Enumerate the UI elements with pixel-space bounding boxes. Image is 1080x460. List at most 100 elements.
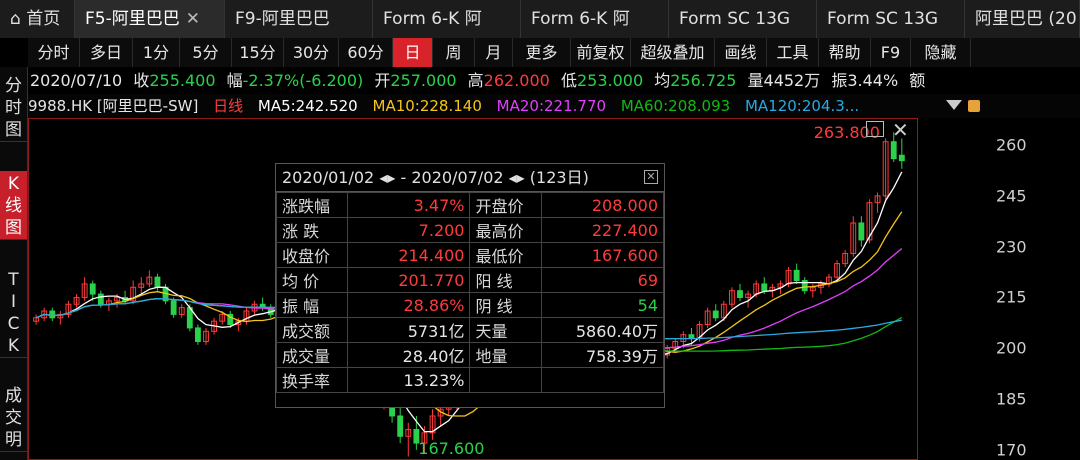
tab-3[interactable]: Form 6-K 阿 xyxy=(373,0,521,38)
open-value: 257.000 xyxy=(390,71,457,90)
stat-label: 天量 xyxy=(469,317,542,343)
stat-value: 208.000 xyxy=(540,192,665,218)
candle-body xyxy=(49,310,56,319)
chart-controls: ✕ xyxy=(866,118,916,142)
toolbar-btn-13[interactable]: 画线 xyxy=(715,38,767,67)
toolbar-btn-0[interactable]: 分时 xyxy=(28,38,80,67)
toolbar-btn-1[interactable]: 多日 xyxy=(80,38,133,67)
leftnav-label: 成 交 明 xyxy=(5,386,22,450)
stock-code: 9988.HK [阿里巴巴-SW] xyxy=(28,97,199,115)
stats-table: 涨跌幅 3.47% 开盘价 208.000 涨 跌 7.200 最高价 227.400 收盘价 2… xyxy=(275,192,665,393)
range-end-arrows-icon[interactable]: ◂▸ xyxy=(509,168,525,187)
tab-6[interactable]: Form SC 13G xyxy=(817,0,965,38)
toolbar-btn-2[interactable]: 1分 xyxy=(133,38,180,67)
toolbar-btn-3[interactable]: 5分 xyxy=(180,38,232,67)
toolbar-btn-16[interactable]: F9 xyxy=(871,38,911,67)
tab-7[interactable]: 阿里巴巴 (20 xyxy=(965,0,1080,38)
tab-label: Form SC 13G xyxy=(679,9,791,29)
tab-0[interactable]: ⌂ 首页 xyxy=(0,0,75,38)
stat-value: 28.86% xyxy=(347,292,471,318)
open-label: 开 xyxy=(374,71,391,90)
stat-label xyxy=(469,367,542,393)
y-tick-label: 260 xyxy=(996,135,1027,155)
leftnav-item-2[interactable]: T I C K xyxy=(0,267,27,358)
stat-label: 涨跌幅 xyxy=(275,192,349,218)
candle-body xyxy=(890,141,897,160)
stat-value: 54 xyxy=(540,292,665,318)
stat-label: 开盘价 xyxy=(469,192,542,218)
dropdown-triangle-icon[interactable] xyxy=(946,100,962,110)
close-value: 255.400 xyxy=(149,71,216,90)
toolbar-btn-6[interactable]: 60分 xyxy=(339,38,393,67)
stat-value: 214.400 xyxy=(347,242,471,268)
candle-body xyxy=(170,300,177,315)
ma10-legend: MA10:228.140 xyxy=(372,97,482,115)
candle-body xyxy=(397,415,404,437)
lock-icon[interactable] xyxy=(968,100,980,112)
stat-value: 3.47% xyxy=(347,192,471,218)
annotation-min: 167.600 xyxy=(418,439,484,458)
candle-body xyxy=(194,327,201,342)
toolbar-btn-8[interactable]: 周 xyxy=(433,38,475,67)
tab-2[interactable]: F9-阿里巴巴 xyxy=(225,0,373,38)
y-tick-label: 200 xyxy=(996,338,1027,358)
range-end: 2020/07/02 xyxy=(411,168,504,187)
avg-value: 256.725 xyxy=(670,71,737,90)
interval-stats-popup: 2020/01/02 ◂▸ - 2020/07/02 ◂▸ (123日) ✕ 涨… xyxy=(275,163,665,408)
stat-value: 69 xyxy=(540,267,665,293)
toolbar-btn-10[interactable]: 更多 xyxy=(513,38,571,67)
popup-close-icon[interactable]: ✕ xyxy=(644,170,658,184)
stat-label: 阳 线 xyxy=(469,267,542,293)
y-tick-label: 185 xyxy=(996,389,1027,409)
toolbar-btn-11[interactable]: 前复权 xyxy=(571,38,631,67)
tab-4[interactable]: Form 6-K 阿 xyxy=(521,0,669,38)
candle-body xyxy=(688,334,695,339)
stat-label: 成交量 xyxy=(275,342,349,368)
tab-bar: ⌂ 首页 F5-阿里巴巴 ✕ F9-阿里巴巴 Form 6-K 阿 Form 6-K 阿 F… xyxy=(0,0,1080,38)
toolbar-btn-14[interactable]: 工具 xyxy=(767,38,819,67)
stat-label: 阴 线 xyxy=(469,292,542,318)
close-icon[interactable]: ✕ xyxy=(892,118,909,142)
toolbar-btn-12[interactable]: 超级叠加 xyxy=(631,38,715,67)
low-value: 253.000 xyxy=(576,71,644,90)
high-label: 高 xyxy=(467,71,484,90)
stat-value: 167.600 xyxy=(540,242,665,268)
toolbar-btn-5[interactable]: 30分 xyxy=(284,38,339,67)
leftnav-item-3[interactable]: 成 交 明 xyxy=(0,383,27,452)
tab-5[interactable]: Form SC 13G xyxy=(669,0,817,38)
quote-date: 2020/07/10 xyxy=(30,71,123,90)
tab-close-icon[interactable]: ✕ xyxy=(186,9,200,29)
toolbar-btn-15[interactable]: 帮助 xyxy=(819,38,871,67)
tab-1[interactable]: F5-阿里巴巴 ✕ xyxy=(75,0,225,38)
ma20-legend: MA20:221.770 xyxy=(496,97,607,115)
stat-label: 振 幅 xyxy=(275,292,349,318)
toolbar-btn-4[interactable]: 15分 xyxy=(232,38,284,67)
stat-label: 成交额 xyxy=(275,317,349,343)
stat-label: 最高价 xyxy=(469,217,542,243)
range-start-arrows-icon[interactable]: ◂▸ xyxy=(379,168,395,187)
high-value: 262.000 xyxy=(483,71,550,90)
stats-row: 收盘价 214.400 最低价 167.600 xyxy=(275,242,665,268)
y-tick-label: 230 xyxy=(996,237,1027,257)
tab-label: Form 6-K 阿 xyxy=(531,9,630,29)
window-icon[interactable] xyxy=(866,121,884,137)
leftnav-item-1[interactable]: K 线 图 xyxy=(0,171,27,240)
stat-value: 758.39万 xyxy=(540,342,665,368)
candle-body xyxy=(737,290,743,298)
chart-menu[interactable] xyxy=(946,96,986,116)
leftnav-label: T I C K xyxy=(7,270,20,356)
range-separator: - xyxy=(400,168,412,187)
period-toolbar: 分时 多日 1分 5分 15分 30分 60分日周月更多 前复权 超级叠加 画线 工具 帮助 F9 隐藏 xyxy=(28,38,1080,67)
y-tick-label: 245 xyxy=(996,186,1027,206)
stat-label: 收盘价 xyxy=(275,242,349,268)
stats-row: 换手率 13.23% xyxy=(275,367,665,393)
leftnav-label: 分 时 图 xyxy=(5,76,22,140)
stat-label: 地量 xyxy=(469,342,542,368)
toolbar-btn-17[interactable]: 隐藏 xyxy=(911,38,971,67)
stats-row: 成交量 28.40亿 地量 758.39万 xyxy=(275,342,665,368)
leftnav-item-0[interactable]: 分 时 图 xyxy=(0,73,27,142)
toolbar-btn-7[interactable]: 日 xyxy=(393,38,433,67)
toolbar-btn-9[interactable]: 月 xyxy=(475,38,513,67)
quote-bar: 2020/07/10 收255.400 幅-2.37%(-6.200) 开257… xyxy=(30,67,1080,94)
leftnav-label: K 线 图 xyxy=(5,174,22,238)
